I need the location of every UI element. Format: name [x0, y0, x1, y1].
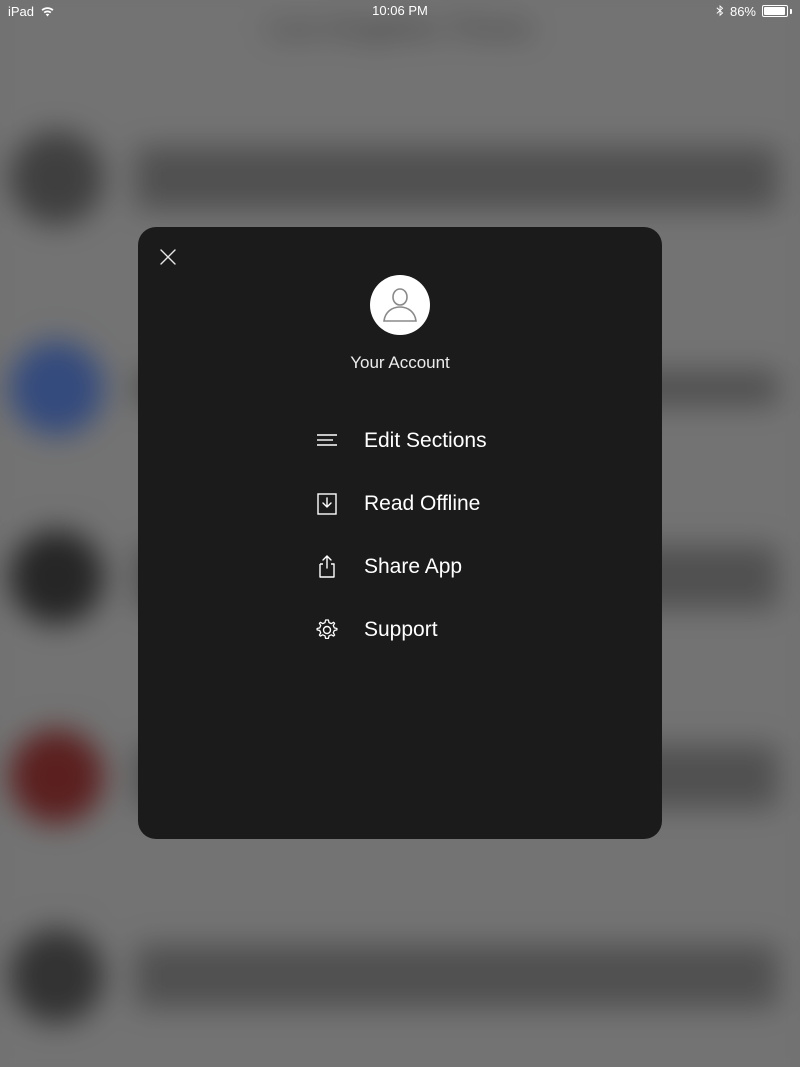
bluetooth-icon — [716, 5, 724, 18]
account-modal: Your Account Edit Sections Read Offline — [138, 227, 662, 839]
share-icon — [316, 555, 338, 579]
download-icon — [316, 493, 338, 515]
person-icon — [378, 281, 422, 330]
menu-item-read-offline[interactable]: Read Offline — [316, 472, 662, 535]
close-button[interactable] — [156, 245, 180, 269]
wifi-icon — [40, 6, 55, 17]
gear-icon — [316, 619, 338, 641]
battery-icon — [762, 5, 792, 17]
battery-fill — [764, 7, 785, 15]
menu-item-label: Edit Sections — [364, 429, 487, 453]
menu-item-edit-sections[interactable]: Edit Sections — [316, 409, 662, 472]
status-bar: iPad 10:06 PM 86% — [0, 0, 800, 22]
modal-menu: Edit Sections Read Offline Share App — [138, 409, 662, 661]
menu-item-share-app[interactable]: Share App — [316, 535, 662, 598]
lines-icon — [316, 433, 338, 449]
menu-item-support[interactable]: Support — [316, 598, 662, 661]
account-section: Your Account — [138, 275, 662, 373]
menu-item-label: Read Offline — [364, 492, 480, 516]
status-time: 10:06 PM — [372, 3, 428, 18]
avatar[interactable] — [370, 275, 430, 335]
menu-item-label: Support — [364, 618, 438, 642]
battery-percent: 86% — [730, 4, 756, 19]
device-label: iPad — [8, 4, 34, 19]
menu-item-label: Share App — [364, 555, 462, 579]
account-label: Your Account — [350, 353, 450, 373]
